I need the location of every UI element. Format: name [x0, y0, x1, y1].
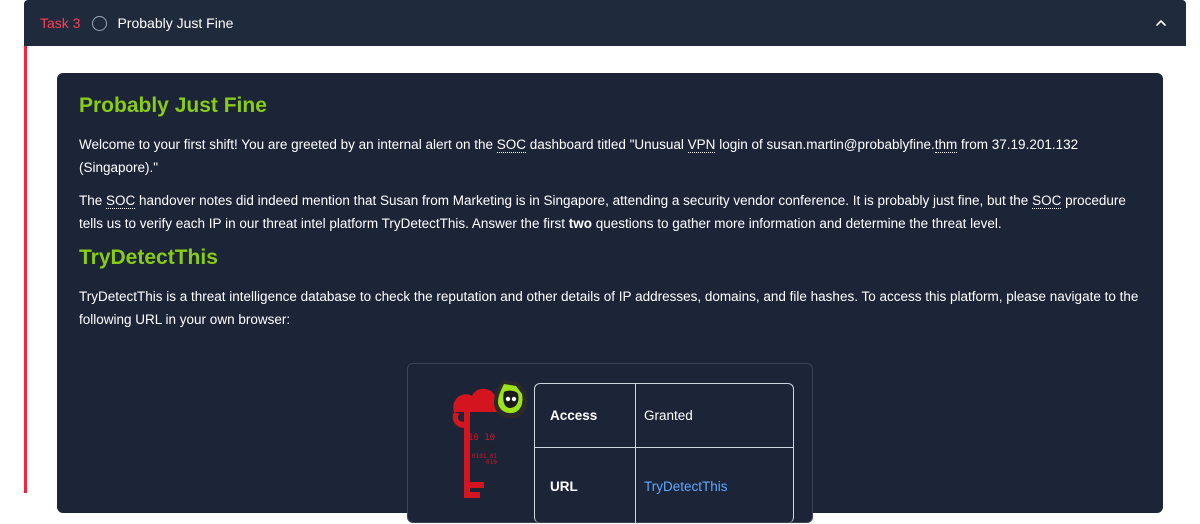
table-value-url: TryDetectThis	[636, 479, 728, 494]
table-key-url: URL	[535, 448, 636, 524]
task-complete-circle-icon	[92, 15, 108, 31]
abbr-soc: SOC	[106, 193, 136, 209]
paragraph-intro: Welcome to your first shift! You are gre…	[79, 133, 1141, 179]
task-header[interactable]: Task 3 Probably Just Fine	[24, 0, 1186, 46]
text: questions to gather more information and…	[591, 216, 1002, 231]
trydetectthis-link[interactable]: TryDetectThis	[644, 479, 728, 494]
access-info-box: 10 10 1110 0101 01 010 Access Granted UR…	[407, 363, 813, 524]
task-body: Probably Just Fine Welcome to your first…	[24, 46, 1186, 524]
logo-binary-line: 010	[486, 459, 497, 466]
text: The	[79, 193, 107, 208]
table-key-access: Access	[535, 384, 636, 447]
abbr-soc: SOC	[496, 137, 527, 153]
heading-trydetectthis: TryDetectThis	[79, 246, 218, 269]
text: login of susan.martin@probablyfine.	[715, 137, 935, 152]
abbr-soc: SOC	[1032, 193, 1062, 209]
logo-binary-line: 10 10	[468, 433, 495, 443]
access-info-table: Access Granted URL TryDetectThis	[534, 383, 794, 524]
trydetectthis-key-logo-icon: 10 10 1110 0101 01 010	[452, 380, 528, 498]
abbr-thm: thm	[934, 137, 958, 153]
task-number-label: Task 3	[40, 15, 81, 31]
paragraph-trydetectthis: TryDetectThis is a threat intelligence d…	[79, 289, 1139, 327]
table-row: URL TryDetectThis	[535, 448, 793, 524]
chevron-up-icon[interactable]	[1152, 14, 1170, 32]
table-row: Access Granted	[535, 384, 793, 448]
table-value-granted: Granted	[644, 408, 693, 423]
text: dashboard titled "Unusual	[526, 137, 688, 152]
heading-probably-just-fine: Probably Just Fine	[79, 94, 267, 117]
text: Welcome to your first shift! You are gre…	[79, 137, 497, 152]
bold-two: two	[568, 216, 592, 231]
logo-binary-line: 1110	[472, 443, 494, 453]
text: handover notes did indeed mention that S…	[135, 193, 1033, 208]
paragraph-handover: The SOC handover notes did indeed mentio…	[79, 189, 1141, 235]
task-title: Probably Just Fine	[117, 15, 234, 31]
task-content-card: Probably Just Fine Welcome to your first…	[57, 73, 1163, 524]
abbr-vpn: VPN	[687, 137, 716, 153]
